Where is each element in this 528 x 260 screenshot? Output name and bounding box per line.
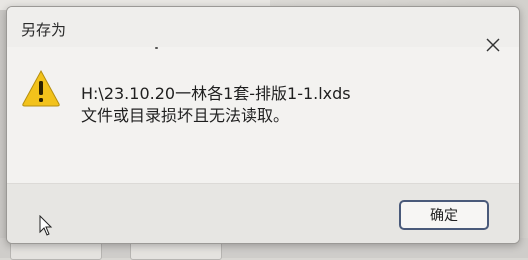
dialog-title-bar: 另存为 [7, 7, 519, 52]
mouse-cursor-icon [39, 215, 53, 236]
screen-speck [155, 47, 158, 49]
close-button[interactable] [481, 33, 505, 57]
dialog-footer: 确定 [7, 183, 519, 243]
error-message: H:\23.10.20一林各1套-排版1-1.lxds 文件或目录损坏且无法读取… [81, 83, 351, 127]
ok-button[interactable]: 确定 [399, 200, 489, 230]
dialog-title: 另存为 [21, 21, 67, 39]
close-icon [486, 38, 500, 52]
save-as-error-dialog: 另存为 H:\23.10.20一林各1套-排版1-1.lxds 文件或目录损坏且… [6, 6, 520, 244]
error-description: 文件或目录损坏且无法读取。 [81, 106, 290, 125]
error-path: H:\23.10.20一林各1套-排版1-1.lxds [81, 84, 351, 103]
warning-icon [22, 69, 60, 107]
